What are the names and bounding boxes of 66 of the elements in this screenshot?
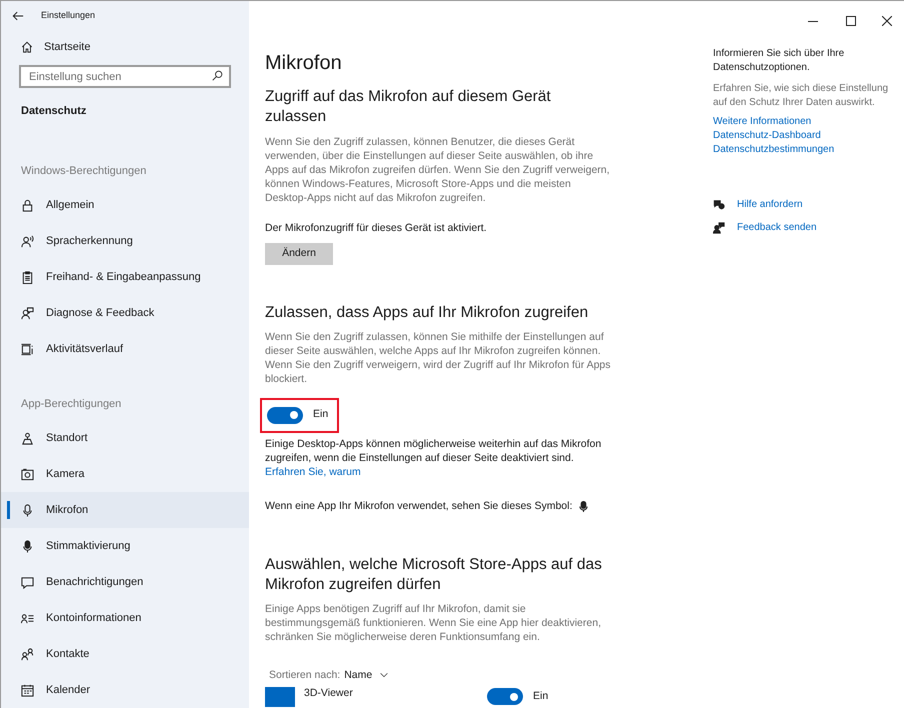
- window-title: Einstellungen: [41, 8, 96, 22]
- sidebar-item[interactable]: Spracherkennung: [1, 224, 249, 260]
- help-link[interactable]: Feedback senden: [737, 220, 817, 235]
- sidebar-item[interactable]: Stimmaktivierung: [1, 528, 249, 564]
- toggle-label: Ein: [533, 688, 548, 704]
- learn-why-link[interactable]: Erfahren Sie, warum: [265, 466, 361, 478]
- section-heading: Auswählen, welche Microsoft Store-Apps auf das Mikrofon zugreifen dürfen: [265, 554, 603, 594]
- search-icon: [212, 70, 223, 80]
- sidebar-item[interactable]: Kontakte: [1, 636, 249, 672]
- home-link[interactable]: Startseite: [44, 38, 90, 56]
- help-bubble-icon: [713, 198, 725, 210]
- sort-label: Sortieren nach:: [269, 668, 340, 682]
- app-tile-icon: [265, 687, 295, 708]
- section-heading: Zugriff auf das Mikrofon auf diesem Gerät zulassen: [265, 87, 552, 127]
- person-speech-icon: [21, 235, 34, 248]
- person-feedback-icon: [21, 307, 34, 320]
- sidebar-item[interactable]: Kamera: [1, 456, 249, 492]
- search-field[interactable]: Einstellung suchen: [19, 65, 231, 88]
- app-name: 3D-Viewer: [304, 687, 354, 700]
- account-list-icon: [21, 612, 34, 624]
- aside-heading: Informieren Sie sich über Ihre Datenschutzoptionen.: [713, 47, 846, 75]
- clipboard-icon: [21, 271, 34, 284]
- sort-dropdown[interactable]: Name: [344, 668, 390, 684]
- sidebar-item[interactable]: Allgemein: [1, 188, 249, 224]
- sidebar-item[interactable]: Mikrofon: [1, 492, 249, 528]
- privacy-link[interactable]: Weitere Informationen: [713, 115, 812, 129]
- home-icon: [21, 40, 33, 53]
- filled-microphone-icon: [578, 500, 590, 514]
- sidebar-item[interactable]: Kontoinformationen: [1, 600, 249, 636]
- privacy-link[interactable]: Datenschutzbestimmungen: [713, 143, 834, 157]
- page-title: Mikrofon: [265, 51, 343, 75]
- microphone-icon: [21, 504, 34, 516]
- camera-icon: [21, 468, 34, 480]
- lock-icon: [21, 199, 34, 212]
- group-heading: Windows-Berechtigungen: [20, 164, 148, 179]
- sidebar-item[interactable]: Diagnose & Feedback: [1, 296, 249, 332]
- description-text: Wenn Sie den Zugriff zulassen, können Sie mithilfe der Einstellungen auf dieser Seite auswählen, welche Apps auf Ihr Mikrofon zugreifen können. Wenn Sie den Zugriff verweigern, wird der Zugriff auf Ihr Mikrofon für Apps blockiert.: [265, 330, 612, 386]
- privacy-link[interactable]: Datenschutz-Dashboard: [713, 129, 821, 143]
- note-text: Einige Desktop-Apps können möglicherweise weiterhin auf das Mikrofon zugreifen, wenn die Einstellungen auf dieser Seite deaktiviert sind. Erfahren Sie, warum: [265, 436, 602, 479]
- status-text: Der Mikrofonzugriff für dieses Gerät ist aktiviert.: [265, 221, 488, 236]
- contacts-icon: [21, 648, 34, 660]
- sidebar-item[interactable]: Kalender: [1, 672, 249, 708]
- group-heading: App-Berechtigungen: [20, 396, 122, 412]
- help-link[interactable]: Hilfe anfordern: [737, 197, 803, 212]
- section-heading: Zulassen, dass Apps auf Ihr Mikrofon zugreifen: [265, 302, 590, 323]
- timeline-icon: [21, 343, 34, 356]
- toggle-switch[interactable]: [487, 688, 523, 706]
- selection-indicator: [7, 501, 10, 519]
- symbol-text: Wenn eine App Ihr Mikrofon verwendet, sehen Sie dieses Symbol:: [265, 498, 572, 514]
- filled-microphone-icon: [21, 540, 34, 552]
- chevron-down-icon: [379, 671, 390, 680]
- sidebar-item[interactable]: Standort: [1, 420, 249, 456]
- person-feedback-icon: [713, 222, 725, 234]
- sidebar-item[interactable]: Freihand- & Eingabeanpassung: [1, 260, 249, 296]
- sidebar-item[interactable]: Benachrichtigungen: [1, 564, 249, 600]
- speech-bubble-icon: [21, 576, 34, 588]
- toggle-switch[interactable]: [267, 406, 303, 424]
- calendar-icon: [21, 684, 34, 696]
- change-button[interactable]: Ändern: [265, 242, 333, 265]
- description-text: Einige Apps benötigen Zugriff auf Ihr Mikrofon, damit sie bestimmungsgemäß funktionieren. Wenn Sie eine App hier deaktivieren, schränken Sie möglicherweise deren Funktionsumfang ein.: [265, 602, 602, 644]
- aside-description: Erfahren Sie, wie sich diese Einstellung auf den Schutz Ihrer Daten auswirkt.: [713, 82, 890, 110]
- sidebar-item[interactable]: Aktivitätsverlauf: [1, 332, 249, 368]
- toggle-label: Ein: [313, 407, 328, 422]
- category-heading: Datenschutz: [20, 104, 88, 118]
- person-location-icon: [21, 432, 34, 444]
- description-text: Wenn Sie den Zugriff zulassen, können Benutzer, die dieses Gerät verwenden, über die Einstellungen auf dieser Seite auswählen, ob ihre Apps auf das Mikrofon zugreifen dürfen. Wenn Sie den Zugriff verweigern, können Windows-Features, Microsoft Store-Apps und die meisten Desktop-Apps nicht auf das Mikrofon zugreifen.: [265, 135, 611, 205]
